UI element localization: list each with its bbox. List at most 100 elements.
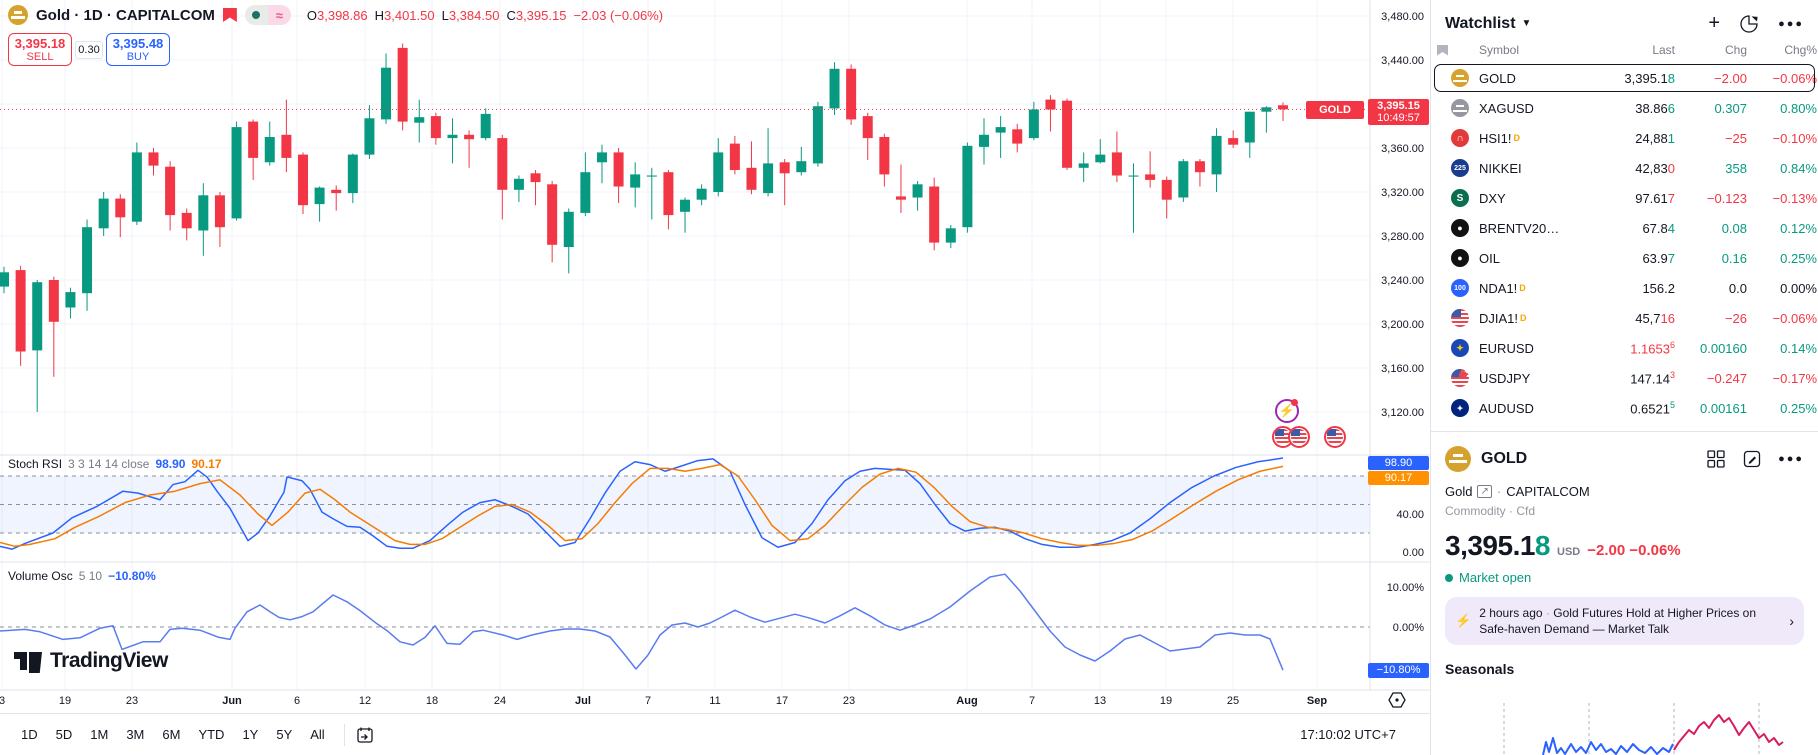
symbol-icon: 100	[1451, 279, 1469, 297]
svg-text:7: 7	[645, 695, 651, 707]
go-to-date-icon[interactable]	[355, 725, 375, 745]
detail-category: Commodity · Cfd	[1445, 504, 1804, 518]
sell-button[interactable]: 3,395.18 SELL	[8, 33, 72, 66]
external-link-icon[interactable]: ↗	[1477, 485, 1491, 498]
flag-icon[interactable]	[223, 8, 237, 22]
range-button-5y[interactable]: 5Y	[267, 722, 301, 747]
high-value: 3,401.50	[384, 8, 435, 23]
symbol-icon: ✦	[1451, 399, 1469, 417]
candlestick-chart[interactable]: 3,480.003,440.003,400.003,360.003,320.00…	[0, 0, 1430, 713]
tradingview-logo[interactable]: TradingView	[14, 649, 168, 673]
countdown-timer: 10:49:57	[1368, 112, 1429, 124]
flag-column-icon[interactable]	[1437, 45, 1448, 56]
watchlist-row-eurusd[interactable]: ✦EURUSD1.165360.001600.14%	[1431, 333, 1818, 363]
symbol-icon: ●	[1451, 219, 1469, 237]
range-button-6m[interactable]: 6M	[153, 722, 189, 747]
watchlist-row-nikkei[interactable]: 225NIKKEI42,8303580.84%	[1431, 153, 1818, 183]
detail-symbol-link[interactable]: Gold	[1445, 484, 1472, 499]
detail-more-icon[interactable]: ●●●	[1778, 453, 1804, 465]
time-axis-settings-icon[interactable]	[1388, 691, 1406, 709]
chart-header: Gold · 1D · CAPITALCOM ≈ O3,398.86 H3,40…	[8, 5, 663, 25]
col-chg[interactable]: Chg	[1675, 43, 1747, 57]
chevron-down-icon[interactable]: ▼	[1522, 18, 1532, 29]
row-change: 0.08	[1675, 221, 1747, 236]
watchlist-rows: GOLD3,395.18−2.00−0.06%XAGUSD38.8660.307…	[1431, 63, 1818, 423]
svg-text:19: 19	[1160, 695, 1172, 707]
stoch-rsi-label[interactable]: Stoch RSI 3 3 14 14 close 98.90 90.17	[8, 457, 222, 471]
watchlist-row-dxy[interactable]: SDXY97.617−0.123−0.13%	[1431, 183, 1818, 213]
svg-text:17: 17	[776, 695, 788, 707]
market-status-pill[interactable]: ≈	[245, 5, 291, 25]
range-button-1m[interactable]: 1M	[81, 722, 117, 747]
row-symbol: HSI1!D	[1479, 131, 1587, 146]
svg-text:40.00: 40.00	[1396, 509, 1424, 521]
svg-text:3,160.00: 3,160.00	[1381, 363, 1424, 375]
row-last: 42,830	[1587, 161, 1675, 176]
range-button-1y[interactable]: 1Y	[233, 722, 267, 747]
watchlist-row-nda1[interactable]: 100NDA1!D156.20.00.00%	[1431, 273, 1818, 303]
svg-text:11: 11	[709, 695, 720, 707]
delayed-badge: D	[1520, 313, 1527, 323]
row-last: 3,395.18	[1587, 71, 1675, 86]
stoch-d-value: 90.17	[191, 457, 221, 471]
grid-view-icon[interactable]	[1706, 449, 1726, 469]
row-change-percent: 0.84%	[1747, 161, 1817, 176]
range-button-1d[interactable]: 1D	[12, 722, 47, 747]
pie-edit-icon[interactable]	[1738, 13, 1760, 35]
row-change-percent: −0.06%	[1747, 311, 1817, 326]
stoch-d-badge: 90.17	[1368, 471, 1429, 485]
watchlist-row-oil[interactable]: ●OIL63.970.160.25%	[1431, 243, 1818, 273]
row-last: 97.617	[1587, 191, 1675, 206]
svg-text:3,480.00: 3,480.00	[1381, 11, 1424, 23]
watchlist-row-xagusd[interactable]: XAGUSD38.8660.3070.80%	[1431, 93, 1818, 123]
watchlist-row-usdjpy[interactable]: USDJPY147.143−0.247−0.17%	[1431, 363, 1818, 393]
economic-event-flag-icon[interactable]	[1324, 426, 1346, 448]
idea-lightning-icon[interactable]: ⚡	[1275, 399, 1299, 423]
watchlist-row-brentv20[interactable]: ●BRENTV20…67.840.080.12%	[1431, 213, 1818, 243]
range-button-ytd[interactable]: YTD	[189, 722, 233, 747]
row-change-percent: 0.25%	[1747, 401, 1817, 416]
watchlist-row-hsi1[interactable]: ∩HSI1!D24,881−25−0.10%	[1431, 123, 1818, 153]
col-symbol[interactable]: Symbol	[1479, 43, 1587, 57]
svg-text:0.00: 0.00	[1403, 547, 1424, 559]
watchlist-row-gold[interactable]: GOLD3,395.18−2.00−0.06%	[1431, 63, 1818, 93]
server-clock[interactable]: 17:10:02 UTC+7	[1300, 727, 1396, 742]
volume-osc-badge: −10.80%	[1368, 663, 1429, 678]
watchlist-more-icon[interactable]: ●●●	[1778, 18, 1804, 30]
gold-symbol-icon	[8, 5, 28, 25]
news-item[interactable]: ⚡ 2 hours ago · Gold Futures Hold at Hig…	[1445, 597, 1804, 645]
delayed-badge: D	[1519, 283, 1526, 293]
row-symbol: XAGUSD	[1479, 101, 1587, 116]
symbol-icon: ●	[1451, 249, 1469, 267]
open-value: 3,398.86	[317, 8, 368, 23]
volume-osc-label[interactable]: Volume Osc 5 10 −10.80%	[8, 569, 156, 583]
symbol-icon: ✦	[1451, 339, 1469, 357]
detail-title: GOLD	[1481, 450, 1527, 468]
range-button-3m[interactable]: 3M	[117, 722, 153, 747]
range-button-all[interactable]: All	[301, 722, 333, 747]
symbol-title[interactable]: Gold · 1D · CAPITALCOM	[36, 7, 215, 24]
edit-icon[interactable]	[1742, 449, 1762, 469]
watchlist-row-djia1[interactable]: DJIA1!D45,716−26−0.06%	[1431, 303, 1818, 333]
row-change: 358	[1675, 161, 1747, 176]
row-change-percent: 0.80%	[1747, 101, 1817, 116]
col-chgp[interactable]: Chg%	[1747, 43, 1817, 57]
range-button-5d[interactable]: 5D	[47, 722, 82, 747]
market-open-status: Market open	[1445, 570, 1804, 585]
row-last: 147.143	[1587, 370, 1675, 386]
add-symbol-button[interactable]: +	[1708, 12, 1720, 35]
row-change-percent: −0.06%	[1747, 71, 1817, 86]
svg-text:3,440.00: 3,440.00	[1381, 55, 1424, 67]
buy-button[interactable]: 3,395.48 BUY	[106, 33, 170, 66]
watchlist-title[interactable]: Watchlist	[1445, 15, 1516, 33]
toolbar-divider	[344, 724, 345, 746]
svg-text:23: 23	[126, 695, 138, 707]
tradingview-mark-icon	[14, 649, 44, 673]
symbol-icon	[1451, 69, 1469, 87]
economic-event-flag-icon[interactable]	[1288, 426, 1310, 448]
col-last[interactable]: Last	[1587, 43, 1675, 57]
symbol-icon	[1451, 369, 1469, 387]
row-change-percent: 0.14%	[1747, 341, 1817, 356]
watchlist-row-audusd[interactable]: ✦AUDUSD0.652150.001610.25%	[1431, 393, 1818, 423]
seasonals-mini-chart[interactable]	[1431, 703, 1818, 755]
